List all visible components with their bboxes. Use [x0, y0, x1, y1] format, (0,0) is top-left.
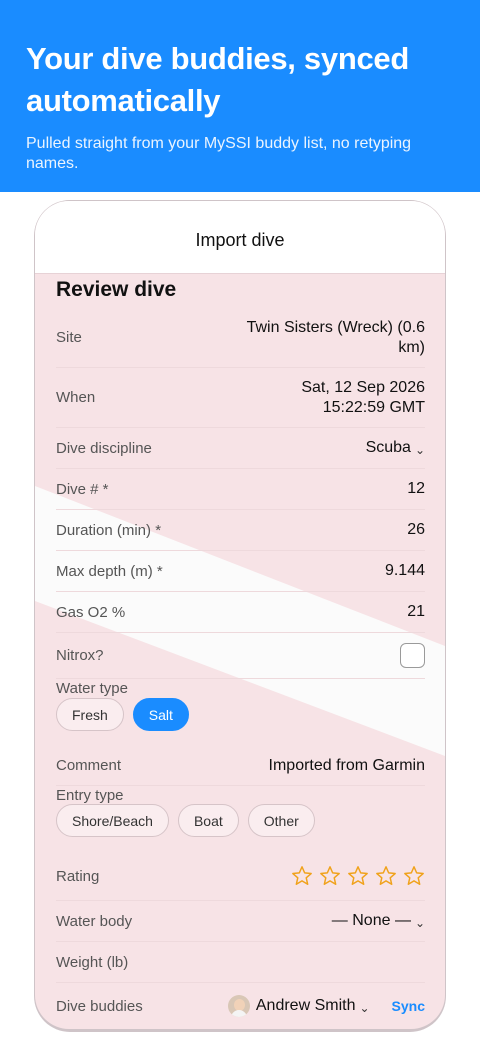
rating-row: Rating	[56, 852, 425, 901]
dive-number-label: Dive # *	[56, 480, 109, 498]
water-body-select[interactable]: — None — ⌄	[332, 912, 425, 930]
site-value: Twin Sisters (Wreck) (0.6 km)	[246, 318, 425, 356]
dive-buddies-row: Dive buddies Andrew Smith ⌄ Sync	[56, 984, 425, 1028]
star-1-icon[interactable]	[291, 865, 313, 887]
hero-title: Your dive buddies, synced automatically	[26, 41, 409, 118]
gas-o2-row[interactable]: Gas O2 % 21	[56, 592, 425, 633]
chevron-down-icon: ⌄	[414, 443, 425, 457]
entry-type-other-chip[interactable]: Other	[247, 804, 315, 837]
chevron-down-icon: ⌄	[359, 1001, 370, 1015]
duration-label: Duration (min) *	[56, 521, 162, 539]
nitrox-label: Nitrox?	[56, 647, 104, 664]
max-depth-row[interactable]: Max depth (m) * 9.144	[56, 551, 425, 592]
water-type-label: Water type	[56, 680, 128, 697]
entry-type-chips: Shore/Beach Boat Other	[56, 804, 315, 837]
water-body-row[interactable]: Water body — None — ⌄	[56, 901, 425, 942]
discipline-select[interactable]: Scuba ⌄	[366, 439, 425, 457]
entry-type-boat-chip[interactable]: Boat	[177, 804, 239, 837]
comment-label: Comment	[56, 757, 122, 774]
max-depth-label: Max depth (m) *	[56, 562, 163, 580]
star-5-icon[interactable]	[403, 865, 425, 887]
app-screen: Import dive Review dive Site Twin Sister…	[35, 201, 445, 1029]
phone-frame: Import dive Review dive Site Twin Sister…	[34, 200, 446, 1032]
section-title: Review dive	[56, 278, 177, 301]
hero-subtitle: Pulled straight from your MySSI buddy li…	[26, 135, 412, 172]
max-depth-input[interactable]: 9.144	[385, 562, 425, 580]
avatar-icon	[227, 995, 250, 1017]
discipline-label: Dive discipline	[56, 439, 152, 457]
entry-type-label: Entry type	[56, 787, 124, 804]
weight-label: Weight (lb)	[56, 953, 129, 971]
review-form: Review dive Site Twin Sisters (Wreck) (0…	[56, 274, 425, 1017]
gas-o2-input[interactable]: 21	[407, 603, 425, 621]
when-row[interactable]: When Sat, 12 Sep 2026 15:22:59 GMT	[56, 368, 425, 428]
dive-number-input[interactable]: 12	[407, 480, 425, 498]
when-value: Sat, 12 Sep 2026 15:22:59 GMT	[301, 378, 425, 416]
comment-row[interactable]: Comment Imported from Garmin	[56, 746, 425, 786]
star-4-icon[interactable]	[375, 865, 397, 887]
discipline-row[interactable]: Dive discipline Scuba ⌄	[56, 428, 425, 469]
site-row[interactable]: Site Twin Sisters (Wreck) (0.6 km)	[56, 308, 425, 368]
duration-row[interactable]: Duration (min) * 26	[56, 510, 425, 551]
dive-buddies-label: Dive buddies	[56, 997, 143, 1015]
sync-button[interactable]: Sync	[392, 998, 425, 1014]
star-2-icon[interactable]	[319, 865, 341, 887]
chevron-down-icon: ⌄	[414, 916, 425, 930]
navigation-bar: Import dive	[35, 201, 445, 274]
rating-stars	[291, 865, 425, 887]
water-body-label: Water body	[56, 912, 133, 930]
when-label: When	[56, 389, 96, 406]
entry-type-shore-chip[interactable]: Shore/Beach	[56, 804, 169, 837]
dive-number-row[interactable]: Dive # * 12	[56, 469, 425, 510]
gas-o2-label: Gas O2 %	[56, 603, 126, 621]
water-type-chips: Fresh Salt	[56, 698, 189, 731]
hero-banner: Your dive buddies, synced automatically …	[0, 0, 480, 192]
nav-title: Import dive	[195, 230, 285, 250]
rating-label: Rating	[56, 867, 100, 885]
nitrox-row: Nitrox?	[56, 633, 425, 679]
water-type-fresh-chip[interactable]: Fresh	[56, 698, 124, 731]
buddy-name: Andrew Smith	[255, 997, 356, 1014]
comment-input[interactable]: Imported from Garmin	[269, 757, 425, 775]
dive-buddy-select[interactable]: Andrew Smith ⌄ Sync	[227, 995, 425, 1017]
water-type-salt-chip[interactable]: Salt	[132, 698, 189, 731]
star-3-icon[interactable]	[347, 865, 369, 887]
nitrox-checkbox[interactable]	[400, 643, 425, 668]
duration-input[interactable]: 26	[407, 521, 425, 539]
site-label: Site	[56, 329, 82, 346]
weight-row[interactable]: Weight (lb)	[56, 942, 425, 983]
